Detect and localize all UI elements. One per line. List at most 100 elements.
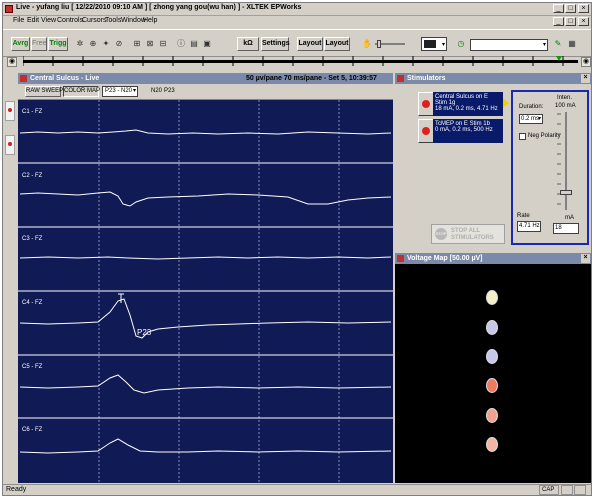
trace-scale-icon[interactable]: ⊞ xyxy=(131,38,143,50)
settings-button[interactable]: Settings xyxy=(261,37,290,51)
trace-label-c4: C4 - FZ xyxy=(22,300,43,306)
stop-icon: STOP xyxy=(435,228,447,240)
menu-edit[interactable]: Edit xyxy=(27,17,39,24)
selected-arrow-icon xyxy=(503,98,509,108)
trace-label-c3: C3 - FZ xyxy=(22,236,43,242)
cursor-icon[interactable]: ✦ xyxy=(100,38,112,50)
status-ready: Ready xyxy=(6,486,27,493)
info-icon[interactable]: ⓘ xyxy=(175,38,187,50)
panel-icon xyxy=(397,255,404,262)
app-icon xyxy=(5,5,13,13)
voltage-map-close-button[interactable]: × xyxy=(581,254,590,263)
p23-label: P23 xyxy=(164,88,175,94)
impedance-button[interactable]: kΩ xyxy=(237,37,259,51)
menu-file[interactable]: File xyxy=(13,17,24,24)
inten-slider-ticks xyxy=(557,113,561,205)
rate-label: Rate xyxy=(517,213,530,219)
timeline-row: ◉ ◉ xyxy=(3,55,591,69)
voltage-dot-c3[interactable] xyxy=(486,349,498,364)
voltage-dot-c2[interactable] xyxy=(486,320,498,335)
menu-bar: File Edit View Controls Cursors Tools Wi… xyxy=(3,16,591,28)
neg-polarity-checkbox[interactable] xyxy=(519,133,526,140)
chevron-down-icon: ▾ xyxy=(441,42,445,48)
stim-2-toggle[interactable] xyxy=(418,119,434,143)
menu-cursors[interactable]: Cursors xyxy=(82,17,107,24)
report-icon[interactable]: ▤ xyxy=(188,38,200,50)
peak-label-p23: P23 xyxy=(137,328,152,337)
free-button[interactable]: Free xyxy=(31,37,47,51)
zoom-icon[interactable]: ⊠ xyxy=(144,38,156,50)
trigg-button[interactable]: Trigg xyxy=(48,37,68,51)
annotation-input[interactable]: ▾ xyxy=(470,39,548,51)
voltage-dot-c5[interactable] xyxy=(486,408,498,423)
voltage-dot-c1[interactable] xyxy=(486,290,498,305)
duration-value: 0.2 ms xyxy=(521,116,540,122)
print-icon[interactable]: ▣ xyxy=(201,38,213,50)
layout-button-1[interactable]: Layout xyxy=(297,37,323,51)
target-icon[interactable]: ⊕ xyxy=(87,38,99,50)
voltage-dot-c6[interactable] xyxy=(486,437,498,452)
stim-2-params: 0 mA, 0.2 ms, 500 Hz xyxy=(435,127,493,133)
timeline-button[interactable]: ◉ xyxy=(7,57,17,67)
menu-tools[interactable]: Tools xyxy=(105,17,121,24)
n20-label: N20 xyxy=(151,88,163,94)
panel-icon xyxy=(397,75,404,82)
status-pane-2 xyxy=(574,485,586,495)
stim-1-card[interactable]: Central Sulcus on E Stim 1g 18 mA, 0.2 m… xyxy=(433,92,503,116)
avrg-button[interactable]: Avrg xyxy=(11,37,30,51)
minimize-button[interactable]: _ xyxy=(553,4,564,13)
raw-sweeps-button[interactable]: RAW SWEEPS xyxy=(25,86,67,97)
chevron-down-icon: ▾ xyxy=(542,42,546,48)
status-cap: CAP xyxy=(539,485,559,495)
rate-input[interactable]: 4.71 Hz xyxy=(517,221,541,232)
settings-gear-icon[interactable]: ✲ xyxy=(74,38,86,50)
duration-select[interactable]: 0.2 ms ▾ xyxy=(519,114,543,124)
stim-2-card[interactable]: TcMEP on E Stim 1b 0 mA, 0.2 ms, 500 Hz xyxy=(433,119,503,143)
status-bar: Ready CAP xyxy=(3,484,591,495)
timer-icon[interactable]: ◷ xyxy=(455,38,467,50)
traces-svg xyxy=(18,100,393,483)
cursor-pair-select[interactable]: P23 - N20 ▾ xyxy=(102,86,138,97)
trace-label-c5: C5 - FZ xyxy=(22,364,43,370)
child-close-button[interactable]: × xyxy=(578,17,589,26)
menu-help[interactable]: Help xyxy=(143,17,157,24)
annotate-icon[interactable]: ✎ xyxy=(552,38,564,50)
neg-polarity-label: Neg Polarity xyxy=(528,133,561,139)
timeline-end-button[interactable]: ◉ xyxy=(581,57,591,67)
cursor-ruler-icon[interactable]: ⊟ xyxy=(157,38,169,50)
stimulators-close-button[interactable]: × xyxy=(581,74,590,83)
inten-slider-thumb[interactable] xyxy=(560,190,572,195)
menu-controls[interactable]: Controls xyxy=(57,17,83,24)
maximize-button[interactable]: □ xyxy=(565,4,576,13)
stimulator-icon[interactable]: ✋ xyxy=(361,38,373,50)
monitor-select[interactable]: ▾ xyxy=(421,37,447,51)
stim-settings-box: Duration: 0.2 ms ▾ Neg Polarity Rate 4.7… xyxy=(511,90,589,245)
event-icon[interactable]: ▦ xyxy=(566,38,578,50)
close-button[interactable]: × xyxy=(578,4,589,13)
child-minimize-button[interactable]: _ xyxy=(553,17,564,26)
inten-input[interactable]: 18 xyxy=(553,223,579,234)
trace-label-c6: C6 - FZ xyxy=(22,427,43,433)
color-map-button[interactable]: COLOR MAP xyxy=(63,86,100,97)
chevron-down-icon: ▾ xyxy=(537,116,541,122)
reset-icon[interactable]: ⊘ xyxy=(113,38,125,50)
timeline-ticks xyxy=(23,56,564,66)
voltage-map-area xyxy=(395,264,591,483)
stim-1-name: Central Sulcus on E Stim 1g xyxy=(435,94,489,106)
app-window: Live - yufang liu [ 12/22/2010 09:10 AM … xyxy=(2,2,592,496)
traces-area[interactable]: C1 - FZ C2 - FZ C3 - FZ C4 - FZ C5 - FZ … xyxy=(18,100,393,483)
side-marker-1[interactable] xyxy=(5,101,15,121)
child-restore-button[interactable]: □ xyxy=(565,17,576,26)
live-panel-scale: 50 µv/pane 70 ms/pane - Set 5, 10:39:57 xyxy=(246,75,377,82)
side-marker-2[interactable] xyxy=(5,135,15,155)
volume-slider-thumb[interactable] xyxy=(377,40,381,48)
stimulators-panel: Central Sulcus on E Stim 1g 18 mA, 0.2 m… xyxy=(395,84,591,251)
layout-button-2[interactable]: Layout xyxy=(324,37,350,51)
menu-view[interactable]: View xyxy=(41,17,56,24)
voltage-map-titlebar: Voltage Map [50.00 µV] × xyxy=(395,253,591,264)
stim-1-toggle[interactable] xyxy=(418,92,434,116)
stop-all-button[interactable]: STOP STOP ALL STIMULATORS xyxy=(431,224,505,244)
stim-2-indicator xyxy=(422,127,430,135)
stim-1-params: 18 mA, 0.2 ms, 4.71 Hz xyxy=(435,106,498,112)
voltage-dot-c4[interactable] xyxy=(486,378,498,393)
